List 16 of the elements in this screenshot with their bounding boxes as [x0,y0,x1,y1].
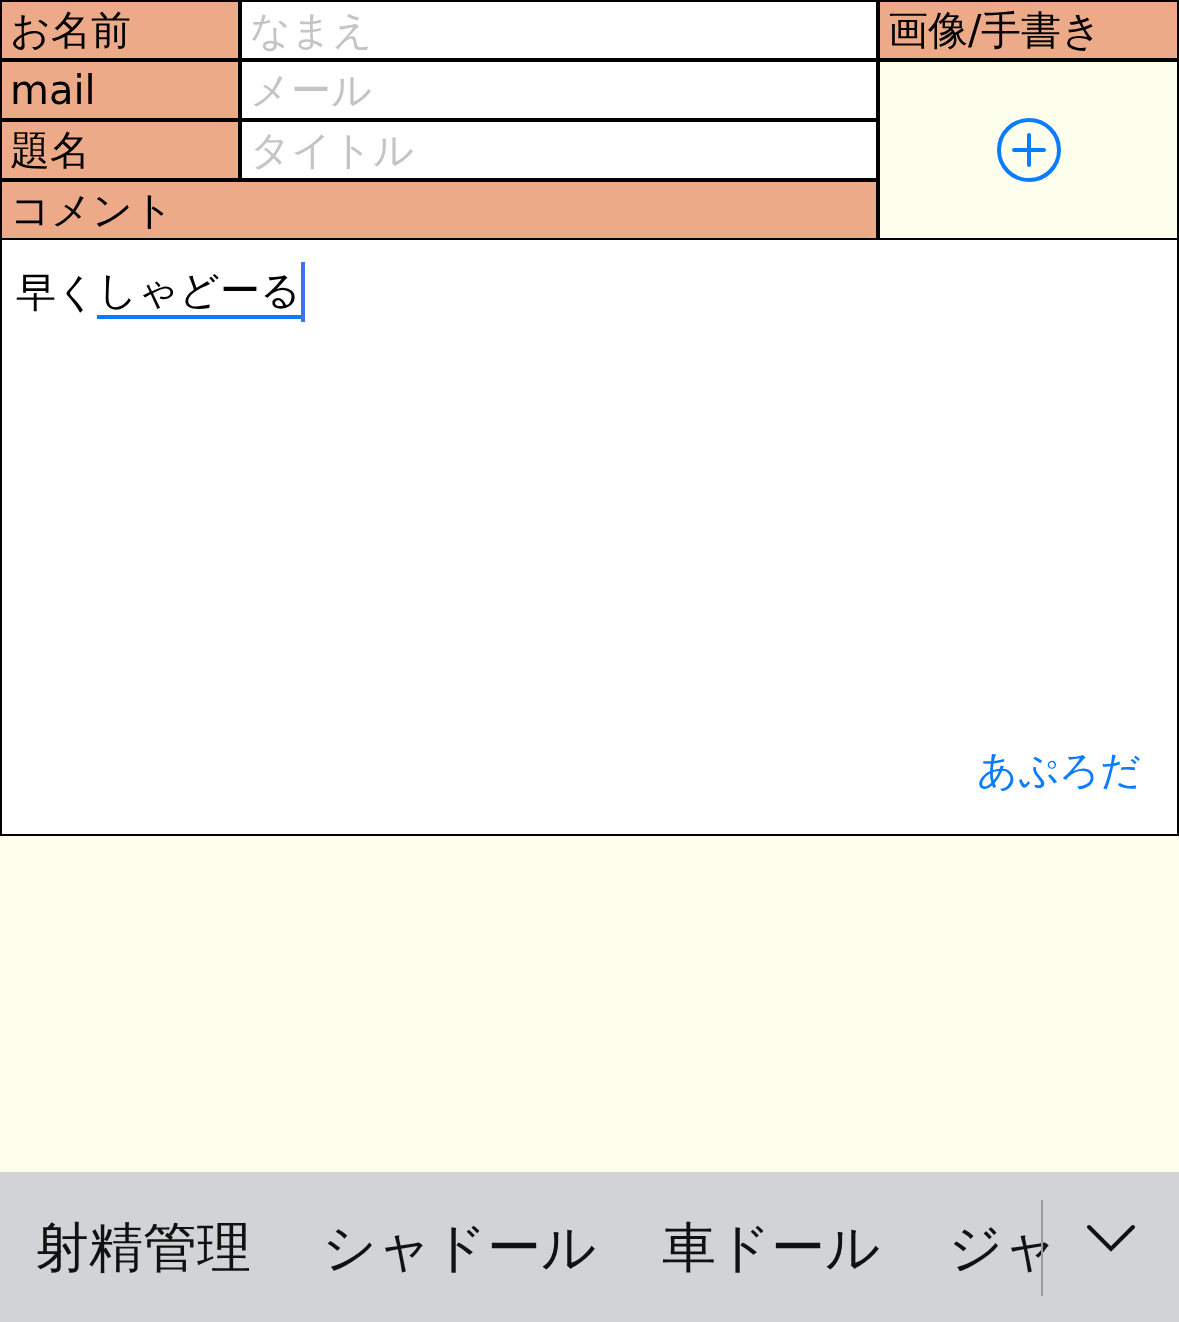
input-field[interactable]: なまえ [242,2,876,58]
upload-link[interactable]: あぷろだ [977,740,1141,800]
suggestion-item[interactable]: シャドール [322,1216,596,1280]
comment-field[interactable]: 早く しゃどーる [16,262,305,322]
suggestion-item[interactable]: 車ドール [662,1216,880,1280]
field-label: お名前 [2,2,238,58]
suggestion-item[interactable]: 射精管理 [35,1216,251,1280]
field-label: コメント [2,182,876,238]
add-icon[interactable] [995,117,1062,183]
input-field[interactable]: メール [242,62,876,118]
chevron-down-icon[interactable] [1086,1224,1136,1254]
text-cursor [301,262,305,322]
field-label: 題名 [2,122,238,178]
field-label: mail [2,62,238,118]
input-field[interactable]: タイトル [242,122,876,178]
image-header: 画像/手書き [880,2,1177,58]
